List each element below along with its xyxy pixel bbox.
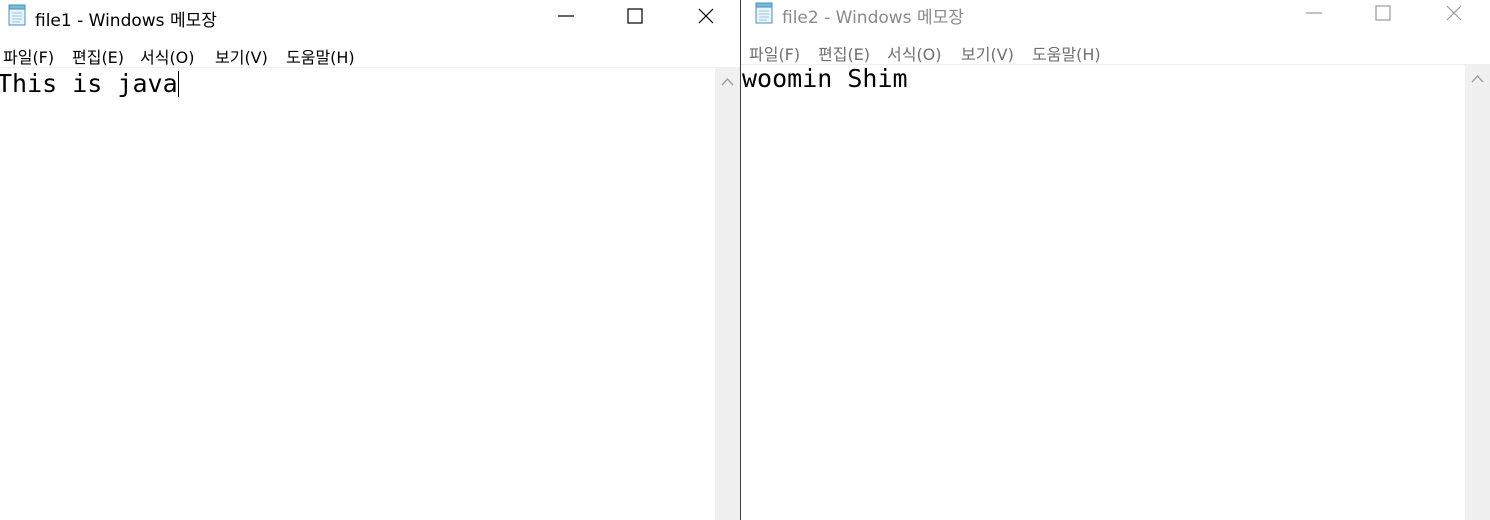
menu-edit[interactable]: 편집(E) (818, 41, 870, 65)
menu-file[interactable]: 파일(F) (749, 41, 800, 65)
maximize-icon (627, 8, 643, 24)
title-bar[interactable]: file2 - Windows 메모장 (741, 0, 1490, 34)
title-bar[interactable]: file1 - Windows 메모장 (0, 0, 740, 34)
text-caret (177, 71, 179, 97)
maximize-icon (1375, 5, 1391, 21)
editor-content: This is java (0, 69, 178, 98)
editor-content: woomin Shim (742, 64, 908, 93)
menu-format[interactable]: 서식(O) (887, 41, 942, 65)
menu-format[interactable]: 서식(O) (140, 44, 195, 68)
menu-view[interactable]: 보기(V) (215, 44, 268, 68)
menu-file[interactable]: 파일(F) (3, 44, 54, 68)
minimize-button[interactable] (543, 0, 589, 32)
chevron-up-icon[interactable] (721, 77, 734, 86)
menu-help[interactable]: 도움말(H) (286, 44, 355, 68)
close-button[interactable] (1431, 0, 1477, 29)
menu-edit[interactable]: 편집(E) (72, 44, 124, 68)
text-editor-area[interactable]: woomin Shim (741, 65, 1465, 520)
vertical-scrollbar[interactable] (715, 68, 740, 520)
vertical-scrollbar[interactable] (1465, 65, 1490, 520)
notepad-window-file1[interactable]: file1 - Windows 메모장 파일(F) 편집(E) 서식(O) 보기… (0, 0, 740, 520)
minimize-icon (1306, 12, 1322, 14)
menu-bar: 파일(F) 편집(E) 서식(O) 보기(V) 도움말(H) (0, 40, 740, 68)
notepad-icon[interactable] (6, 3, 30, 27)
minimize-button[interactable] (1291, 0, 1337, 29)
maximize-button[interactable] (1360, 0, 1406, 29)
menu-help[interactable]: 도움말(H) (1032, 41, 1101, 65)
menu-bar: 파일(F) 편집(E) 서식(O) 보기(V) 도움말(H) (741, 37, 1490, 65)
maximize-button[interactable] (612, 0, 658, 32)
close-icon (1446, 5, 1462, 21)
close-icon (698, 8, 714, 24)
notepad-icon[interactable] (753, 1, 777, 25)
minimize-icon (558, 15, 574, 17)
text-editor-area[interactable]: This is java (0, 68, 715, 520)
window-title: file2 - Windows 메모장 (782, 8, 964, 28)
close-button[interactable] (683, 0, 729, 32)
notepad-window-file2[interactable]: file2 - Windows 메모장 파일(F) 편집(E) 서식(O) 보기… (741, 0, 1490, 520)
window-title: file1 - Windows 메모장 (35, 11, 217, 31)
menu-view[interactable]: 보기(V) (961, 41, 1014, 65)
chevron-up-icon[interactable] (1471, 74, 1484, 83)
